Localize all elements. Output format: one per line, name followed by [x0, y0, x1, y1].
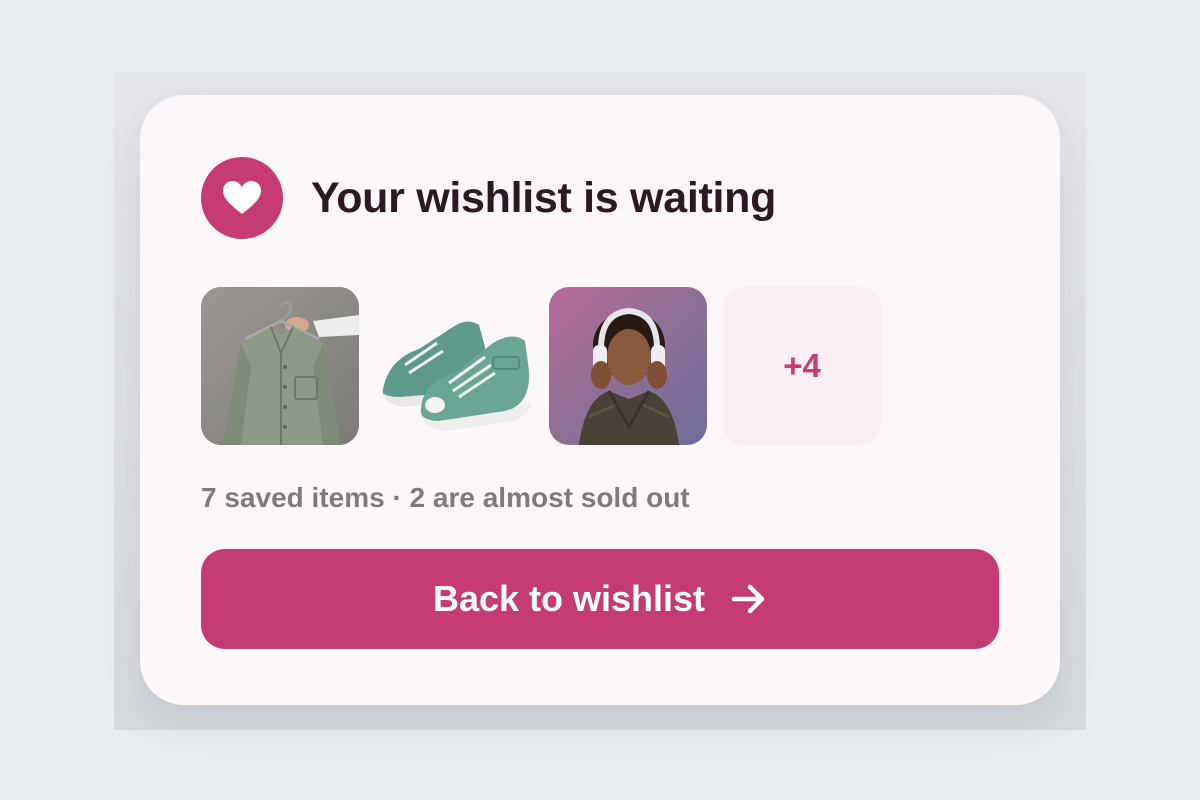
heart-icon: [201, 157, 283, 239]
headphones-photo: [549, 287, 707, 445]
wishlist-summary: 7 saved items · 2 are almost sold out: [201, 482, 690, 513]
card-title: Your wishlist is waiting: [311, 173, 777, 222]
back-to-wishlist-label: Back to wishlist: [432, 578, 706, 619]
sneakers-photo: [375, 287, 533, 445]
item-thumbnails: +4: [201, 287, 881, 445]
back-to-wishlist-button[interactable]: Back to wishlist: [201, 549, 999, 649]
item-thumbnail-headphones[interactable]: [549, 287, 707, 445]
arrow-right-icon: [731, 584, 767, 614]
shirt-photo: [201, 287, 359, 445]
item-thumbnail-sneakers[interactable]: [375, 287, 533, 445]
more-items-count: +4: [783, 347, 821, 384]
more-items-tile[interactable]: +4: [723, 287, 881, 445]
item-thumbnail-shirt[interactable]: [201, 287, 359, 445]
card-header: Your wishlist is waiting: [201, 157, 776, 239]
wishlist-card: Your wishlist is waiting +4 7 saved item…: [140, 95, 1060, 705]
